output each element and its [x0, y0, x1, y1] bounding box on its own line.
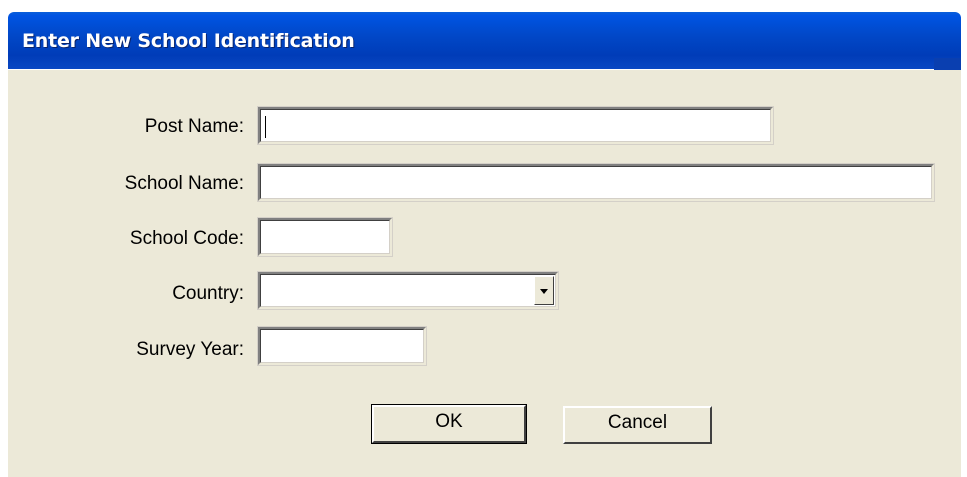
title-bar-edge	[934, 58, 961, 70]
school-name-input-border	[260, 166, 932, 199]
survey-year-input[interactable]	[257, 326, 427, 366]
ok-button-label: OK	[435, 411, 463, 432]
school-name-label: School Name:	[124, 173, 244, 194]
country-dropdown-button[interactable]	[534, 276, 554, 305]
survey-year-input-border	[260, 329, 424, 363]
dialog-window: Enter New School Identification Post Nam…	[0, 0, 967, 477]
cancel-button[interactable]: Cancel	[563, 406, 712, 444]
post-name-input[interactable]	[257, 106, 774, 145]
divider	[8, 69, 934, 70]
window-title: Enter New School Identification	[22, 30, 355, 52]
chevron-down-icon	[540, 289, 548, 294]
ok-button[interactable]: OK	[371, 404, 527, 444]
school-code-label: School Code:	[129, 228, 244, 249]
school-code-input[interactable]	[257, 217, 393, 257]
school-code-input-border	[260, 220, 390, 254]
post-name-input-border	[260, 109, 771, 142]
school-name-input[interactable]	[257, 163, 935, 202]
country-select[interactable]	[257, 271, 559, 310]
text-caret	[265, 116, 266, 138]
survey-year-label: Survey Year:	[136, 339, 244, 360]
title-bar[interactable]: Enter New School Identification	[8, 12, 961, 70]
country-label: Country:	[172, 283, 244, 304]
cancel-button-label: Cancel	[607, 412, 668, 433]
country-select-border	[260, 274, 556, 307]
post-name-label: Post Name:	[144, 116, 244, 137]
